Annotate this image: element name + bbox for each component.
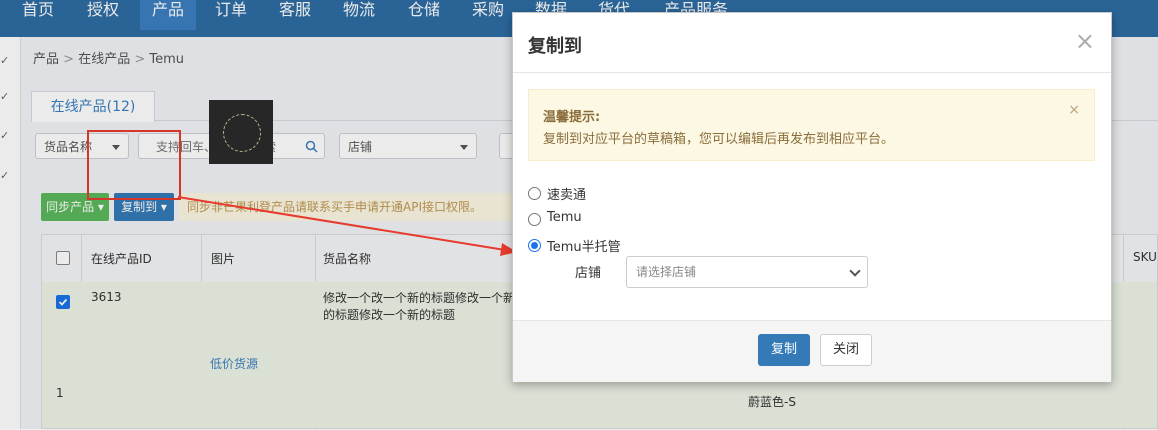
copy-button[interactable]: 复制 [758,334,810,366]
dialog-title: 复制到 [528,36,582,57]
dialog-header-divider [513,72,1111,73]
dialog-footer: 复制 关闭 [513,320,1111,382]
alert-close-icon[interactable]: × [1068,102,1080,118]
store-select-placeholder: 请选择店铺 [636,265,697,279]
chevron-down-icon [849,265,861,277]
radio-temu[interactable] [528,213,541,226]
radio-temu-semi-managed[interactable] [528,239,541,252]
store-field-label: 店铺 [575,266,602,281]
close-icon[interactable]: × [1075,27,1095,55]
radio-label-aliexpress[interactable]: 速卖通 [547,184,586,203]
tip-alert: 温馨提示: 复制到对应平台的草稿箱，您可以编辑后再发布到相应平台。 × [528,89,1095,161]
alert-text: 复制到对应平台的草稿箱，您可以编辑后再发布到相应平台。 [543,132,895,147]
store-select[interactable]: 请选择店铺 [626,256,868,288]
radio-aliexpress[interactable] [528,187,541,200]
copy-to-dialog: 复制到 × 温馨提示: 复制到对应平台的草稿箱，您可以编辑后再发布到相应平台。 … [512,12,1112,382]
alert-title: 温馨提示: [543,110,601,125]
radio-label-temu-semi-managed[interactable]: Temu半托管 [547,236,621,255]
close-button[interactable]: 关闭 [820,334,872,366]
radio-label-temu[interactable]: Temu [547,210,582,225]
